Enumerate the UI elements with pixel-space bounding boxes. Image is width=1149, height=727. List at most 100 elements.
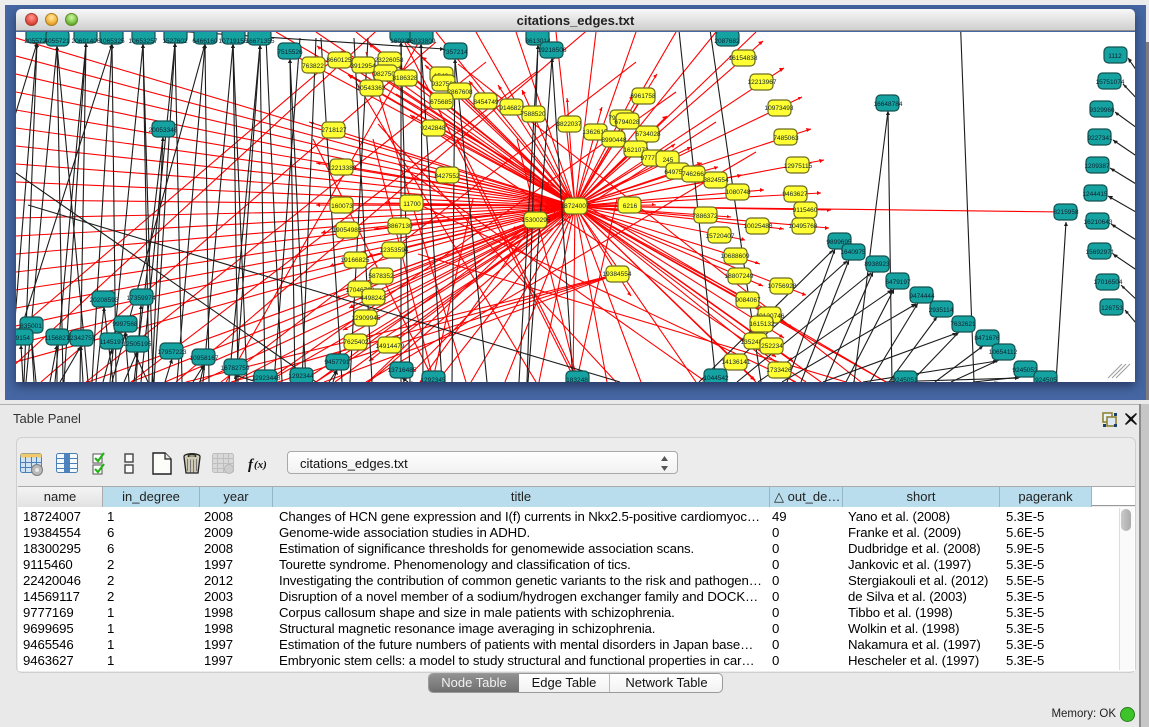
svg-text:1244415: 1244415 <box>1082 191 1108 198</box>
svg-text:19054985: 19054985 <box>333 227 362 234</box>
svg-text:7357214: 7357214 <box>442 49 468 56</box>
svg-text:746266: 746266 <box>682 171 704 178</box>
svg-text:12353594: 12353594 <box>380 247 409 254</box>
svg-text:10653257: 10653257 <box>129 38 158 45</box>
svg-text:10495768: 10495768 <box>789 223 818 230</box>
svg-text:18807249: 18807249 <box>725 273 754 280</box>
svg-text:7886372: 7886372 <box>692 213 718 220</box>
svg-text:20053346: 20053346 <box>149 127 178 134</box>
svg-text:16671355: 16671355 <box>246 38 275 45</box>
svg-text:10756928: 10756928 <box>768 283 797 290</box>
svg-text:8186328: 8186328 <box>392 75 418 82</box>
svg-text:1145197: 1145197 <box>100 339 125 346</box>
svg-text:1044542: 1044542 <box>703 375 729 382</box>
svg-text:12213967: 12213967 <box>748 79 777 86</box>
svg-text:183248: 183248 <box>566 377 588 382</box>
svg-text:16648784: 16648784 <box>874 101 903 108</box>
svg-text:9329966: 9329966 <box>1089 107 1115 114</box>
svg-text:10973493: 10973493 <box>765 105 794 112</box>
svg-text:20208593: 20208593 <box>90 297 119 304</box>
svg-text:1209387: 1209387 <box>1084 163 1110 170</box>
svg-text:10654112: 10654112 <box>989 349 1018 356</box>
svg-text:12975115: 12975115 <box>784 163 813 170</box>
svg-text:20691406: 20691406 <box>72 38 101 45</box>
svg-text:1527602: 1527602 <box>162 38 188 45</box>
svg-text:8660125: 8660125 <box>326 57 352 64</box>
svg-text:675685: 675685 <box>430 99 452 106</box>
svg-text:1112: 1112 <box>1108 53 1122 60</box>
svg-text:14136141: 14136141 <box>722 359 751 366</box>
svg-text:252234: 252234 <box>761 343 783 350</box>
svg-text:5878352: 5878352 <box>368 273 394 280</box>
svg-text:924505: 924505 <box>1035 377 1057 382</box>
svg-text:18724007: 18724007 <box>561 203 590 210</box>
svg-text:1292344: 1292344 <box>288 373 314 380</box>
svg-text:10719155: 10719155 <box>219 38 248 45</box>
svg-text:160073: 160073 <box>331 203 353 210</box>
svg-text:7588520: 7588520 <box>520 111 546 118</box>
svg-text:1292345: 1292345 <box>420 377 446 382</box>
svg-text:3822037: 3822037 <box>556 121 582 128</box>
svg-text:17957223: 17957223 <box>158 349 187 356</box>
svg-text:10025488: 10025488 <box>744 223 773 230</box>
svg-text:4055721: 4055721 <box>44 38 70 45</box>
svg-text:6794028: 6794028 <box>614 119 640 126</box>
svg-text:9115460: 9115460 <box>793 207 818 214</box>
svg-text:3824554: 3824554 <box>703 177 729 184</box>
svg-text:1733426: 1733426 <box>766 367 792 374</box>
svg-text:12505195: 12505195 <box>123 341 152 348</box>
svg-text:8427552: 8427552 <box>434 173 460 180</box>
svg-text:7625402: 7625402 <box>343 339 369 346</box>
svg-text:3912954: 3912954 <box>350 63 376 70</box>
svg-text:15692971: 15692971 <box>1086 249 1115 256</box>
svg-text:39154: 39154 <box>16 335 30 342</box>
svg-text:14914479: 14914479 <box>376 343 405 350</box>
svg-text:16154838: 16154838 <box>729 55 758 62</box>
svg-text:19384554: 19384554 <box>603 271 632 278</box>
svg-text:9463627: 9463627 <box>782 191 808 198</box>
svg-text:8454749: 8454749 <box>473 99 499 106</box>
svg-text:1640975: 1640975 <box>840 249 866 256</box>
svg-text:23226058: 23226058 <box>375 57 404 64</box>
svg-text:12923448: 12923448 <box>252 375 281 382</box>
svg-text:12342757: 12342757 <box>67 335 96 342</box>
svg-text:6734028: 6734028 <box>635 131 661 138</box>
svg-text:17016504: 17016504 <box>1094 279 1123 286</box>
svg-text:2718127: 2718127 <box>321 127 347 134</box>
svg-text:6961758: 6961758 <box>630 93 656 100</box>
svg-text:11700: 11700 <box>403 201 421 208</box>
svg-text:17359974: 17359974 <box>127 295 156 302</box>
svg-text:3867130: 3867130 <box>387 223 413 230</box>
svg-text:8471676: 8471676 <box>974 335 1000 342</box>
svg-text:9242848: 9242848 <box>420 125 446 132</box>
svg-text:6479197: 6479197 <box>885 279 911 286</box>
svg-text:2087682: 2087682 <box>714 38 740 45</box>
svg-text:2935114: 2935114 <box>929 307 954 314</box>
svg-text:9997568: 9997568 <box>112 321 138 328</box>
svg-text:(x): (x) <box>254 459 267 471</box>
svg-text:15720407: 15720407 <box>706 233 735 240</box>
svg-text:12909945: 12909945 <box>352 315 381 322</box>
svg-text:1615132: 1615132 <box>749 321 775 328</box>
svg-text:8215958: 8215958 <box>1053 209 1079 216</box>
svg-text:9474444: 9474444 <box>909 293 935 300</box>
svg-text:16782759: 16782759 <box>221 365 250 372</box>
svg-text:7632621: 7632621 <box>950 321 976 328</box>
svg-text:15751074: 15751074 <box>1096 79 1125 86</box>
svg-text:16210643: 16210643 <box>1084 219 1113 226</box>
svg-text:16033809: 16033809 <box>407 38 436 45</box>
svg-text:19166825: 19166825 <box>341 257 370 264</box>
svg-text:9457791: 9457791 <box>324 359 350 366</box>
svg-text:9245051: 9245051 <box>892 377 918 382</box>
svg-text:19218506: 19218506 <box>538 47 567 54</box>
svg-text:9227341: 9227341 <box>1087 135 1113 142</box>
svg-text:10958167: 10958167 <box>190 355 219 362</box>
svg-text:1080748: 1080748 <box>725 189 751 196</box>
svg-text:9084067: 9084067 <box>735 297 761 304</box>
svg-text:4498242: 4498242 <box>360 295 386 302</box>
svg-text:8938923: 8938923 <box>864 261 890 268</box>
svg-text:126753: 126753 <box>1101 305 1123 312</box>
svg-text:1065325: 1065325 <box>99 38 125 45</box>
svg-text:763822: 763822 <box>302 63 324 70</box>
svg-text:7485063: 7485063 <box>773 135 799 142</box>
